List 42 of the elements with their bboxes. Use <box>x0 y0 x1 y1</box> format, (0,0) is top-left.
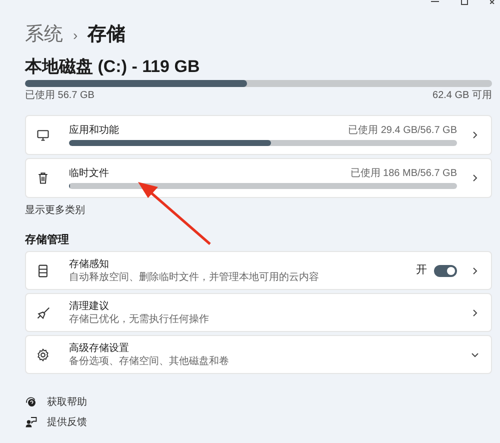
chevron-right-icon <box>471 308 479 316</box>
setting-description: 备份选项、存储空间、其他磁盘和卷 <box>69 354 230 368</box>
used-space-label: 已使用 56.7 GB <box>25 89 94 102</box>
chevron-right-icon <box>471 174 479 182</box>
category-card[interactable]: 临时文件 已使用 186 MB/56.7 GB <box>25 158 492 198</box>
section-heading: 存储管理 <box>25 233 70 247</box>
footer-link[interactable]: 提供反馈 <box>47 414 87 430</box>
setting-description: 自动释放空间、删除临时文件，并管理本地可用的云内容 <box>69 270 320 284</box>
disk-title: 本地磁盘 (C:) - 119 GB <box>25 56 201 78</box>
settings-icon <box>36 348 50 362</box>
setting-title: 存储感知 <box>69 258 110 270</box>
page-title: 存储 <box>88 23 126 47</box>
settings-card[interactable]: 高级存储设置 备份选项、存储空间、其他磁盘和卷 <box>25 335 492 374</box>
category-name: 应用和功能 <box>69 124 119 137</box>
category-name: 临时文件 <box>69 167 109 180</box>
feedback-icon <box>25 416 37 428</box>
footer-link[interactable]: 获取帮助 <box>47 394 87 410</box>
show-more-link[interactable]: 显示更多类别 <box>25 204 85 218</box>
usage-label: 已使用 29.4 GB/56.7 GB <box>348 124 457 137</box>
help-icon <box>25 396 37 408</box>
setting-title: 高级存储设置 <box>69 342 130 354</box>
breadcrumb-separator: › <box>73 26 78 45</box>
chevron-right-icon <box>471 131 479 139</box>
storage-icon <box>36 264 50 278</box>
settings-card[interactable]: 清理建议 存储已优化，无需执行任何操作 <box>25 293 492 332</box>
setting-title: 清理建议 <box>69 300 110 312</box>
usage-label: 已使用 186 MB/56.7 GB <box>350 167 457 180</box>
settings-card[interactable]: 存储感知 自动释放空间、删除临时文件，并管理本地可用的云内容 开 <box>25 251 492 290</box>
breadcrumb-link[interactable]: 系统 <box>25 22 63 48</box>
free-space-label: 62.4 GB 可用 <box>432 89 492 102</box>
broom-icon <box>36 306 50 320</box>
minimize-icon[interactable] <box>431 0 439 4</box>
monitor-icon <box>36 128 50 142</box>
chevron-right-icon <box>471 266 479 274</box>
close-icon[interactable] <box>490 0 496 4</box>
toggle-state-label: 开 <box>416 263 427 278</box>
chevron-down-icon <box>471 350 479 358</box>
setting-description: 存储已优化，无需执行任何操作 <box>69 312 210 326</box>
category-card[interactable]: 应用和功能 已使用 29.4 GB/56.7 GB <box>25 115 492 155</box>
maximize-icon[interactable] <box>461 0 468 5</box>
trash-icon <box>36 171 50 185</box>
toggle-switch[interactable] <box>434 264 457 276</box>
